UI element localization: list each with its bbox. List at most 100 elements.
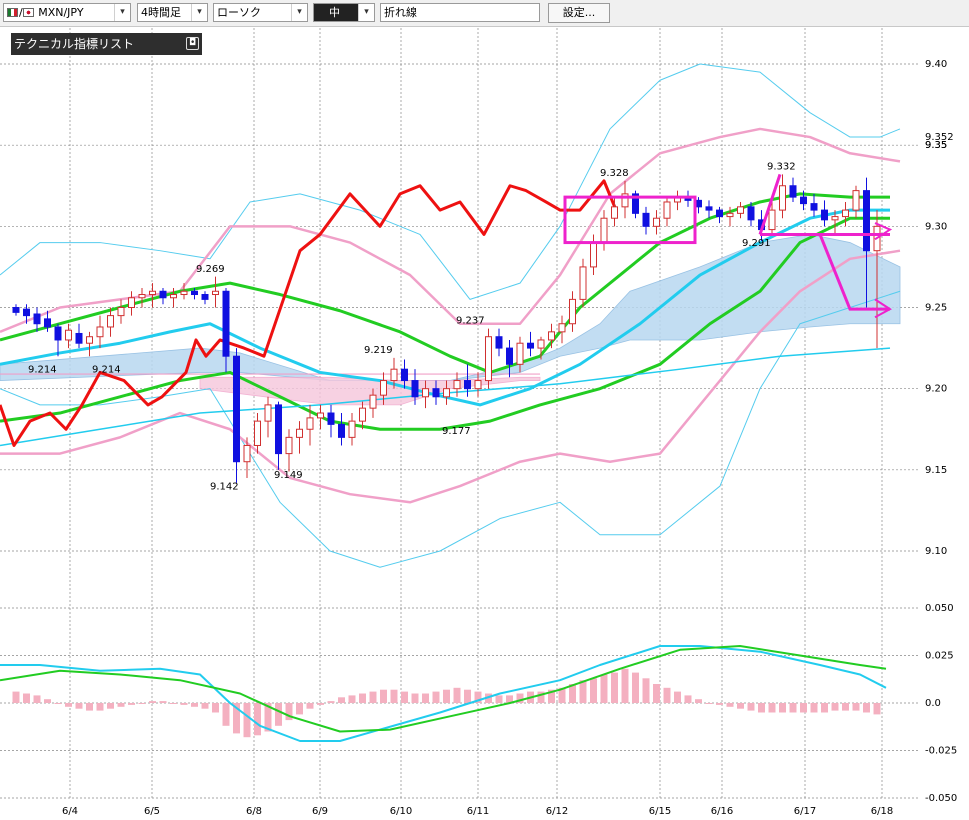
chevron-down-icon[interactable]: ▾ — [114, 4, 130, 21]
macd-histogram-bar — [201, 703, 209, 709]
macd-histogram-bar — [180, 703, 188, 705]
macd-histogram-bar — [663, 687, 671, 703]
collapse-icon[interactable]: ◘ — [186, 37, 199, 50]
macd-histogram-bar — [128, 703, 135, 705]
price-annotation: 9.177 — [442, 426, 471, 437]
macd-axis-tick-label: -0.025 — [925, 746, 957, 757]
size-select[interactable]: 中 ▾ — [313, 3, 375, 22]
macd-histogram-bar — [191, 703, 198, 707]
macd-histogram-bar — [254, 703, 261, 736]
candle-body — [464, 380, 471, 390]
candle-body — [86, 336, 93, 344]
macd-histogram-bar — [600, 674, 608, 703]
macd-histogram-bar — [411, 693, 419, 703]
macd-histogram-bar — [590, 678, 597, 703]
candle-body — [474, 380, 482, 390]
x-axis-tick-label: 6/12 — [546, 806, 568, 817]
macd-histogram-bar — [800, 703, 807, 713]
macd-histogram-bar — [611, 672, 618, 703]
price-annotation: 9.237 — [456, 316, 485, 327]
timeframe-select[interactable]: 4時間足 ▾ — [137, 3, 208, 22]
candle-body — [737, 206, 744, 214]
chart-style-label: ローソク — [217, 6, 261, 19]
x-axis-tick-label: 6/9 — [312, 806, 328, 817]
candle-body — [527, 342, 534, 349]
candle-body — [65, 329, 72, 341]
candle-body — [747, 206, 755, 221]
macd-histogram-bar — [243, 703, 251, 738]
timeframe-label: 4時間足 — [141, 6, 181, 19]
macd-histogram-bar — [159, 701, 167, 703]
macd-line — [0, 645, 887, 733]
y-axis-tick-label: 9.25 — [925, 303, 947, 314]
candle-body — [44, 318, 51, 328]
macd-histogram-bar — [726, 703, 734, 707]
chevron-down-icon[interactable]: ▾ — [291, 4, 307, 21]
x-axis-tick-label: 6/4 — [62, 806, 78, 817]
macd-histogram-bar — [296, 703, 303, 715]
macd-histogram-bar — [758, 703, 765, 713]
candle-body — [558, 323, 566, 333]
x-axis-tick-label: 6/18 — [871, 806, 893, 817]
chart-style-select[interactable]: ローソク ▾ — [213, 3, 308, 22]
y-axis-extra-label: 9.35 — [925, 140, 947, 151]
macd-axis-tick-label: 0.025 — [925, 651, 954, 662]
price-annotation: 9.332 — [767, 162, 796, 173]
candle-body — [516, 342, 524, 365]
candle-body — [663, 201, 671, 219]
x-axis-tick-label: 6/16 — [711, 806, 733, 817]
price-annotation: 9.219 — [364, 345, 393, 356]
chart-grid — [0, 28, 918, 799]
price-annotation: 9.328 — [600, 168, 629, 179]
price-annotation: 9.269 — [196, 264, 225, 275]
line-mode-label: 折れ線 — [384, 6, 417, 19]
macd-axis-tick-label: 0.0 — [925, 698, 941, 709]
candle-body — [107, 315, 114, 328]
indicator-list-panel[interactable]: テクニカル指標リスト ◘ — [11, 33, 202, 55]
candle-body — [54, 326, 62, 341]
candle-body — [254, 420, 261, 446]
macd-histogram-bar — [684, 695, 692, 703]
candle-body — [842, 209, 849, 218]
macd-histogram-bar — [54, 703, 62, 704]
candle-body — [852, 190, 860, 211]
toolbar: / MXN/JPY ▾ 4時間足 ▾ ローソク ▾ 中 ▾ 折れ線 設定... — [0, 0, 969, 27]
macd-histogram-bar — [737, 703, 744, 709]
macd-histogram-bar — [653, 684, 660, 703]
chevron-down-icon[interactable]: ▾ — [191, 4, 207, 21]
macd-axis-tick-label: 0.050 — [925, 603, 954, 614]
candle-body — [191, 290, 198, 296]
candle-body — [443, 388, 450, 398]
candle-body — [705, 206, 713, 211]
candle-body — [296, 428, 303, 438]
candle-body — [642, 212, 650, 227]
candle-body — [159, 290, 167, 299]
macd-histogram-bar — [44, 699, 51, 703]
chevron-down-icon[interactable]: ▾ — [358, 4, 374, 21]
macd-histogram-bar — [390, 689, 398, 703]
currency-pair-select[interactable]: / MXN/JPY ▾ — [3, 3, 131, 22]
macd-histogram-bar — [432, 691, 440, 703]
candle-body — [369, 394, 377, 409]
candle-body — [149, 290, 156, 296]
macd-histogram-bar — [621, 668, 629, 703]
macd-panel — [0, 645, 887, 742]
candle-body — [600, 217, 608, 244]
price-chart[interactable]: 9.214 9.214 9.269 9.142 9.149 9.219 9.237 9.177… — [0, 0, 969, 820]
macd-histogram-bar — [369, 691, 377, 703]
candle-body — [212, 290, 219, 296]
candle-body — [821, 209, 828, 221]
candle-body — [422, 388, 429, 398]
price-annotation: 9.214 — [92, 364, 121, 375]
candle-body — [768, 209, 776, 231]
line-mode-field[interactable]: 折れ線 — [380, 3, 540, 22]
macd-histogram-bar — [96, 703, 104, 711]
macd-histogram-bar — [579, 680, 587, 703]
x-axis-tick-label: 6/8 — [246, 806, 262, 817]
japan-flag-icon — [22, 8, 34, 17]
settings-button[interactable]: 設定... — [548, 3, 610, 23]
macd-histogram-bar — [107, 703, 114, 709]
macd-histogram-bar — [33, 695, 41, 703]
candle-body — [117, 307, 125, 317]
candle-body — [579, 266, 587, 300]
